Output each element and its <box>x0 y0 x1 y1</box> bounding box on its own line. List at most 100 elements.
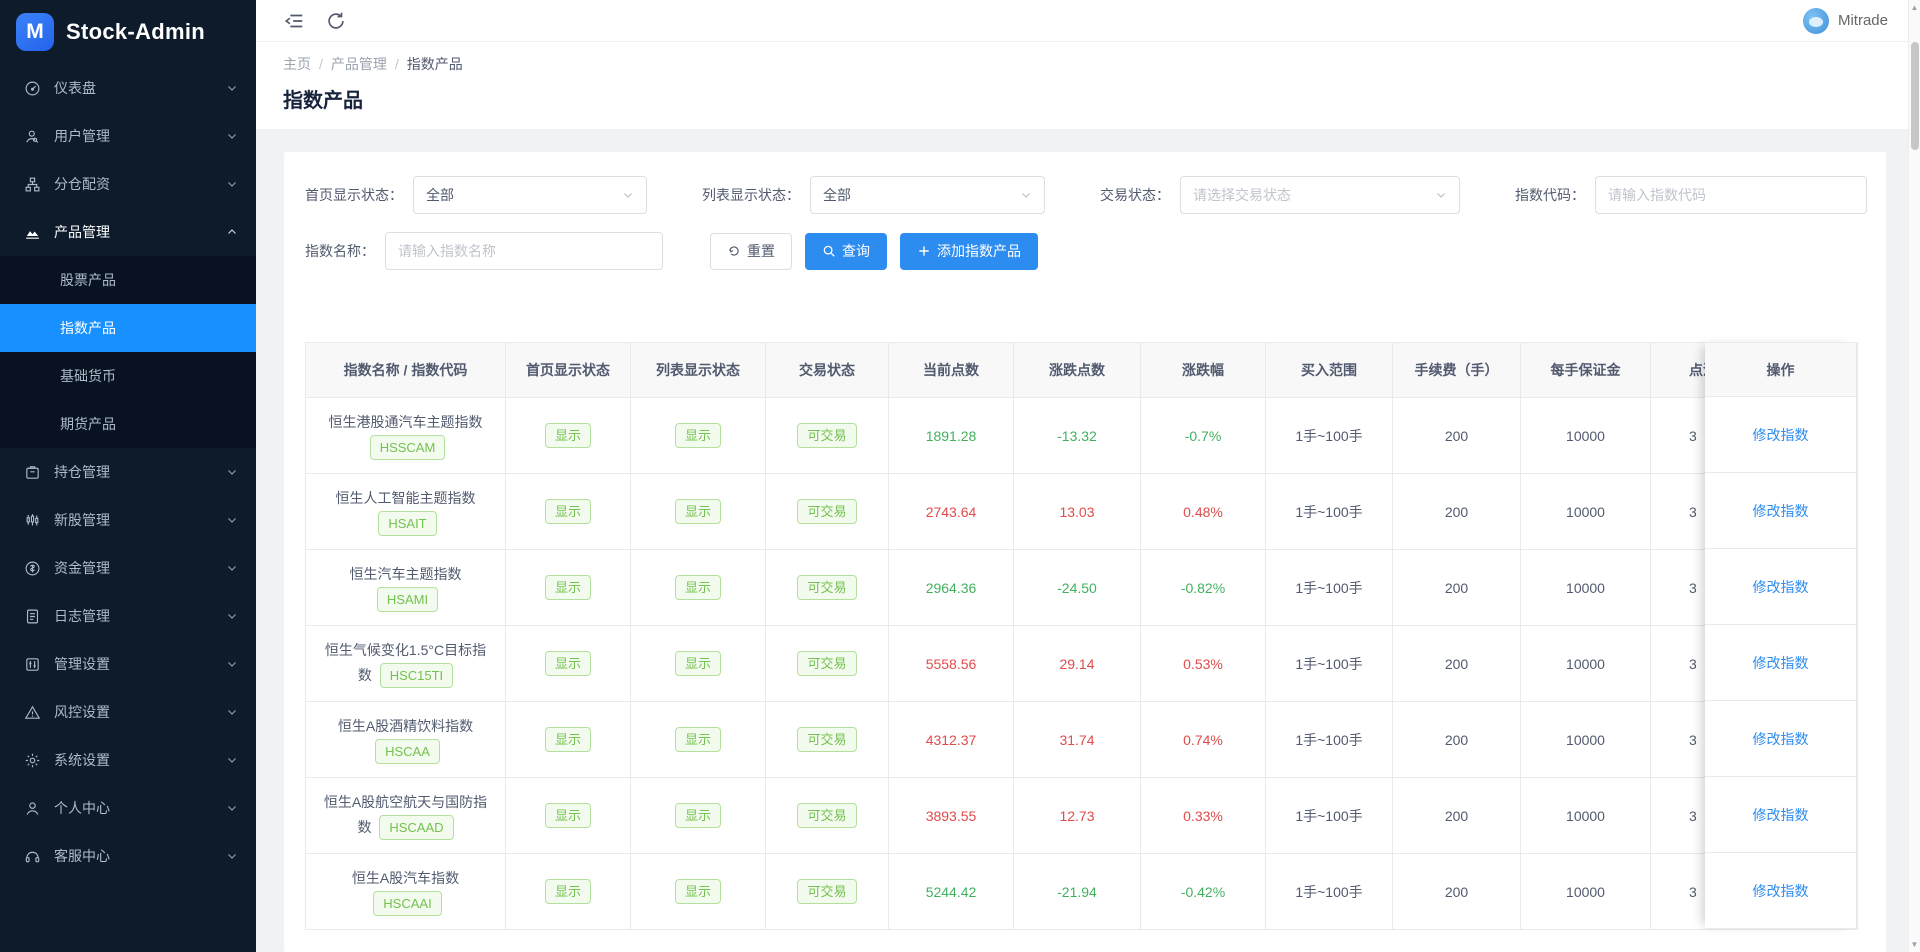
list-status-select[interactable]: 全部 <box>810 176 1045 214</box>
sidebar-item-admin-settings[interactable]: 管理设置 <box>0 640 256 688</box>
main-area: Mitrade 主页/产品管理/指数产品 指数产品 首页显示状态： 全部 <box>256 0 1920 952</box>
add-index-product-button[interactable]: 添加指数产品 <box>900 233 1038 270</box>
page-scrollbar[interactable]: ▲ ▼ <box>1908 0 1920 952</box>
current-points: 4312.37 <box>926 732 977 748</box>
trade-status-badge: 可交易 <box>797 575 856 600</box>
sidebar-item-user-management[interactable]: 用户管理 <box>0 112 256 160</box>
sidebar-item-dashboard[interactable]: 仪表盘 <box>0 64 256 112</box>
app-root: M Stock-Admin 仪表盘 用户管理 分仓配资 产品管理 <box>0 0 1920 952</box>
chevron-down-icon <box>1435 189 1447 201</box>
operation-cell: 修改指数 <box>1705 853 1857 929</box>
change-points: 13.03 <box>1059 504 1094 520</box>
list-status-badge: 显示 <box>675 879 721 904</box>
sidebar-item-index-products[interactable]: 指数产品 <box>0 304 256 352</box>
buy-range: 1手~100手 <box>1266 550 1393 626</box>
sidebar-item-base-currency[interactable]: 基础货币 <box>0 352 256 400</box>
col-header-change-points: 涨跌点数 <box>1014 343 1141 398</box>
table-row: 恒生A股航空航天与国防指数 HSCAAD 显示 显示 可交易 3893.55 1… <box>306 778 1858 854</box>
home-status-badge: 显示 <box>545 879 591 904</box>
person-icon <box>24 800 41 817</box>
menu-fold-icon[interactable] <box>283 10 305 32</box>
fee-per-lot: 200 <box>1393 626 1521 702</box>
reset-button[interactable]: 重置 <box>710 233 792 270</box>
edit-index-link[interactable]: 修改指数 <box>1753 653 1809 673</box>
index-code-input[interactable] <box>1595 176 1867 214</box>
chevron-down-icon <box>226 658 238 670</box>
table-row: 恒生气候变化1.5°C目标指数 HSC15TI 显示 显示 可交易 5558.5… <box>306 626 1858 702</box>
search-button[interactable]: 查询 <box>805 233 887 270</box>
home-status-badge: 显示 <box>545 727 591 752</box>
sidebar-item-support-center[interactable]: 客服中心 <box>0 832 256 880</box>
index-name: 恒生A股酒精饮料指数 <box>338 718 473 734</box>
scrollbar-up-arrow[interactable]: ▲ <box>1909 3 1920 12</box>
sidebar-item-funds-management[interactable]: 资金管理 <box>0 544 256 592</box>
list-status-badge: 显示 <box>675 803 721 828</box>
content-area: 首页显示状态： 全部 列表显示状态： 全部 <box>256 129 1920 952</box>
col-header-margin: 每手保证金 <box>1521 343 1651 398</box>
index-code-tag: HSSCAM <box>370 435 446 460</box>
admin-settings-icon <box>24 656 41 673</box>
current-points: 5244.42 <box>926 884 977 900</box>
sidebar-item-system-settings[interactable]: 系统设置 <box>0 736 256 784</box>
chevron-up-icon <box>226 226 238 238</box>
edit-index-link[interactable]: 修改指数 <box>1753 881 1809 901</box>
current-points: 3893.55 <box>926 808 977 824</box>
margin-per-lot: 10000 <box>1521 474 1651 550</box>
edit-index-link[interactable]: 修改指数 <box>1753 501 1809 521</box>
filter-table-card: 首页显示状态： 全部 列表显示状态： 全部 <box>284 152 1886 952</box>
index-code-tag: HSC15TI <box>380 663 453 688</box>
scrollbar-thumb[interactable] <box>1911 42 1919 150</box>
col-header-change-pct: 涨跌幅 <box>1141 343 1266 398</box>
sidebar-item-risk-settings[interactable]: 风控设置 <box>0 688 256 736</box>
chevron-down-icon <box>226 802 238 814</box>
edit-index-link[interactable]: 修改指数 <box>1753 577 1809 597</box>
col-header-fee: 手续费（手） <box>1393 343 1521 398</box>
page-title: 指数产品 <box>283 84 1892 113</box>
change-points: 29.14 <box>1059 656 1094 672</box>
scrollbar-down-arrow[interactable]: ▼ <box>1909 940 1920 949</box>
edit-index-link[interactable]: 修改指数 <box>1753 729 1809 749</box>
breadcrumb-section[interactable]: 产品管理 <box>331 56 387 72</box>
breadcrumb-home[interactable]: 主页 <box>283 56 311 72</box>
sidebar-item-ipo-management[interactable]: 新股管理 <box>0 496 256 544</box>
app-logo-icon: M <box>16 13 54 51</box>
sidebar-item-product-management[interactable]: 产品管理 <box>0 208 256 256</box>
index-code-tag: HSCAAI <box>373 891 441 916</box>
buy-range: 1手~100手 <box>1266 702 1393 778</box>
chevron-down-icon <box>226 610 238 622</box>
buy-range: 1手~100手 <box>1266 626 1393 702</box>
list-status-badge: 显示 <box>675 499 721 524</box>
avatar <box>1803 8 1829 34</box>
refresh-icon[interactable] <box>325 10 347 32</box>
edit-index-link[interactable]: 修改指数 <box>1753 805 1809 825</box>
index-name: 恒生人工智能主题指数 <box>336 490 476 506</box>
chevron-down-icon <box>226 82 238 94</box>
sidebar-item-position-management[interactable]: 持仓管理 <box>0 448 256 496</box>
user-menu[interactable]: Mitrade <box>1803 8 1888 34</box>
current-points: 2964.36 <box>926 580 977 596</box>
index-name: 恒生港股通汽车主题指数 <box>329 414 483 430</box>
home-status-select[interactable]: 全部 <box>413 176 647 214</box>
trade-status-select[interactable]: 请选择交易状态 <box>1180 176 1460 214</box>
index-name-input[interactable] <box>385 232 663 270</box>
col-header-current-points: 当前点数 <box>889 343 1014 398</box>
index-code-tag: HSAIT <box>378 511 436 536</box>
sidebar-item-profile-center[interactable]: 个人中心 <box>0 784 256 832</box>
operation-cell: 修改指数 <box>1705 473 1857 549</box>
app-logo[interactable]: M Stock-Admin <box>0 0 256 64</box>
app-title: Stock-Admin <box>66 19 205 45</box>
buy-range: 1手~100手 <box>1266 778 1393 854</box>
index-code-tag: HSAMI <box>377 587 438 612</box>
chevron-down-icon <box>226 754 238 766</box>
chevron-down-icon <box>226 178 238 190</box>
sidebar-item-log-management[interactable]: 日志管理 <box>0 592 256 640</box>
list-status-badge: 显示 <box>675 727 721 752</box>
list-status-badge: 显示 <box>675 651 721 676</box>
sidebar-item-futures-products[interactable]: 期货产品 <box>0 400 256 448</box>
edit-index-link[interactable]: 修改指数 <box>1753 425 1809 445</box>
sidebar-item-stock-products[interactable]: 股票产品 <box>0 256 256 304</box>
change-points: -13.32 <box>1057 428 1097 444</box>
sidebar-item-warehouse-allocation[interactable]: 分仓配资 <box>0 160 256 208</box>
table-row: 恒生A股酒精饮料指数 HSCAA 显示 显示 可交易 4312.37 31.74… <box>306 702 1858 778</box>
change-percent: 0.74% <box>1183 732 1223 748</box>
